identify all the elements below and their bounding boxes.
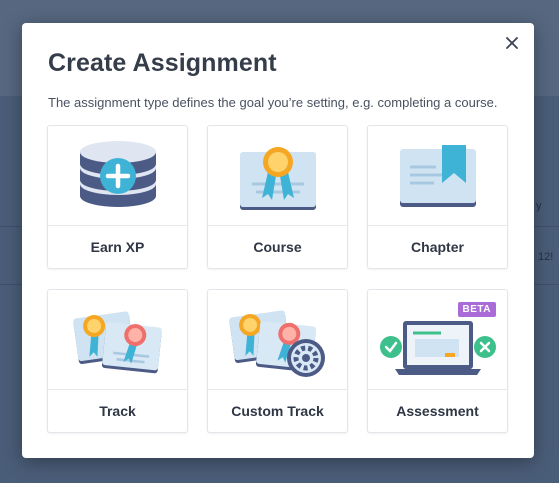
background-text: 12! <box>538 251 554 263</box>
assignment-type-grid: Earn XP Course Chapter Track Custom Trac… <box>47 125 508 433</box>
card-illustration <box>48 290 187 390</box>
card-label: Assessment <box>396 403 479 419</box>
close-icon <box>506 37 518 49</box>
card-track[interactable]: Track <box>47 289 188 433</box>
card-illustration <box>368 126 507 226</box>
card-chapter[interactable]: Chapter <box>367 125 508 269</box>
modal-subtitle: The assignment type defines the goal you… <box>48 95 498 110</box>
card-label: Track <box>99 403 136 419</box>
card-earn-xp[interactable]: Earn XP <box>47 125 188 269</box>
track-certificates-icon <box>72 310 162 373</box>
close-button[interactable] <box>502 33 522 53</box>
card-assessment[interactable]: BETA Assessment <box>367 289 508 433</box>
assessment-laptop-icon <box>379 320 496 375</box>
card-label: Custom Track <box>231 403 324 419</box>
beta-badge: BETA <box>457 302 496 317</box>
xp-coins-plus-icon <box>79 140 156 207</box>
card-illustration <box>208 290 347 390</box>
background-text: y <box>536 200 542 212</box>
card-custom-track[interactable]: Custom Track <box>207 289 348 433</box>
card-label: Earn XP <box>90 239 145 255</box>
modal-title: Create Assignment <box>48 49 277 77</box>
create-assignment-modal: Create Assignment The assignment type de… <box>22 23 534 458</box>
custom-track-gear-icon <box>228 309 325 377</box>
card-illustration <box>208 126 347 226</box>
card-illustration: BETA <box>368 290 507 390</box>
chapter-book-icon <box>399 144 476 207</box>
card-label: Course <box>253 239 302 255</box>
card-illustration <box>48 126 187 226</box>
card-label: Chapter <box>411 239 464 255</box>
card-course[interactable]: Course <box>207 125 348 269</box>
course-certificate-icon <box>239 146 316 210</box>
